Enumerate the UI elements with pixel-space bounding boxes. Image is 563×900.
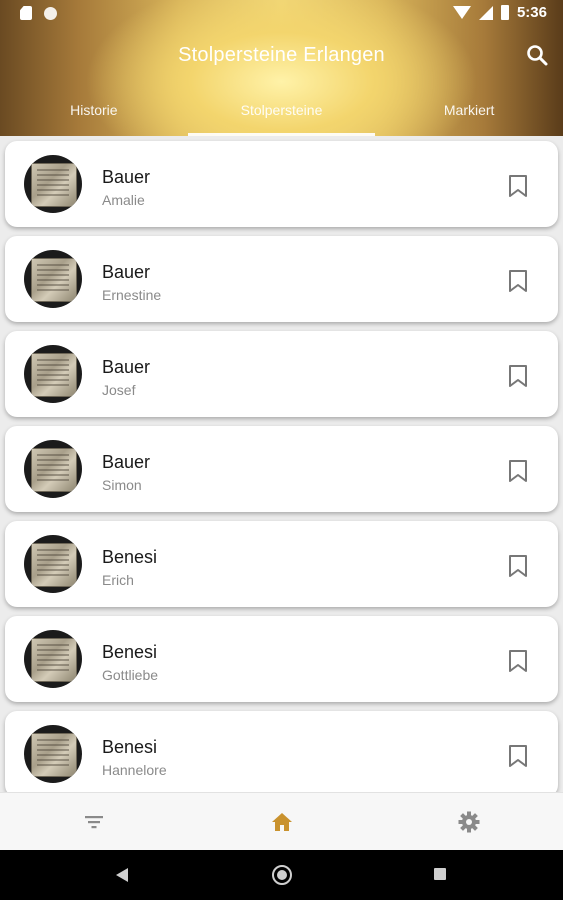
tab-historie[interactable]: Historie bbox=[0, 96, 188, 136]
firstname-label: Hannelore bbox=[102, 762, 167, 778]
back-icon[interactable] bbox=[116, 868, 128, 882]
home-icon bbox=[272, 813, 292, 831]
filter-button[interactable] bbox=[82, 810, 106, 834]
firstname-label: Simon bbox=[102, 477, 142, 493]
stone-photo-avatar bbox=[24, 725, 82, 783]
filter-icon bbox=[85, 816, 103, 829]
list-item[interactable]: Bauer Ernestine bbox=[5, 236, 558, 322]
firstname-label: Amalie bbox=[102, 192, 145, 208]
status-bar: 5:36 bbox=[0, 0, 563, 26]
home-button[interactable] bbox=[270, 810, 294, 834]
bookmark-icon[interactable] bbox=[508, 459, 528, 483]
surname-label: Bauer bbox=[102, 167, 151, 187]
bookmark-icon[interactable] bbox=[508, 174, 528, 198]
home-circle-icon[interactable] bbox=[272, 865, 292, 885]
bookmark-icon[interactable] bbox=[508, 649, 528, 673]
surname-label: Bauer bbox=[102, 357, 151, 377]
system-navigation-bar bbox=[0, 850, 563, 900]
surname-label: Bauer bbox=[102, 262, 151, 282]
list-item[interactable]: Bauer Simon bbox=[5, 426, 558, 512]
surname-label: Benesi bbox=[102, 547, 158, 567]
surname-label: Benesi bbox=[102, 642, 158, 662]
search-button[interactable] bbox=[525, 43, 549, 67]
tab-bar: Historie Stolpersteine Markiert bbox=[0, 96, 563, 136]
recent-apps-icon[interactable] bbox=[434, 868, 446, 880]
battery-icon bbox=[500, 5, 509, 20]
list-item[interactable]: Bauer Amalie bbox=[5, 141, 558, 227]
list-item[interactable]: Benesi Erich bbox=[5, 521, 558, 607]
settings-button[interactable] bbox=[457, 810, 481, 834]
tab-stolpersteine[interactable]: Stolpersteine bbox=[187, 96, 376, 136]
firstname-label: Gottliebe bbox=[102, 667, 159, 683]
gear-icon bbox=[458, 811, 480, 833]
stone-photo-avatar bbox=[24, 250, 82, 308]
sd-card-icon bbox=[20, 6, 32, 20]
bookmark-icon[interactable] bbox=[508, 364, 528, 388]
bottom-navigation bbox=[0, 792, 563, 850]
notification-icon bbox=[44, 6, 57, 20]
stone-photo-avatar bbox=[24, 345, 82, 403]
app-header: 5:36 Stolpersteine Erlangen Historie Sto… bbox=[0, 0, 563, 136]
firstname-label: Ernestine bbox=[102, 287, 162, 303]
stone-photo-avatar bbox=[24, 440, 82, 498]
bookmark-icon[interactable] bbox=[508, 744, 528, 768]
search-icon bbox=[527, 45, 548, 66]
signal-icon bbox=[478, 5, 493, 20]
wifi-icon bbox=[452, 6, 471, 19]
stone-photo-avatar bbox=[24, 630, 82, 688]
surname-label: Bauer bbox=[102, 452, 151, 472]
tab-markiert[interactable]: Markiert bbox=[375, 96, 563, 136]
bookmark-icon[interactable] bbox=[508, 269, 528, 293]
surname-label: Benesi bbox=[102, 737, 158, 757]
firstname-label: Josef bbox=[102, 382, 136, 398]
list-item[interactable]: Benesi Hannelore bbox=[5, 711, 558, 792]
app-title: Stolpersteine Erlangen bbox=[178, 44, 385, 66]
stone-photo-avatar bbox=[24, 155, 82, 213]
stolpersteine-list[interactable]: Bauer Amalie Bauer Ernestine Bauer Josef… bbox=[0, 136, 563, 792]
list-item[interactable]: Bauer Josef bbox=[5, 331, 558, 417]
status-time: 5:36 bbox=[516, 4, 547, 21]
list-item[interactable]: Benesi Gottliebe bbox=[5, 616, 558, 702]
bookmark-icon[interactable] bbox=[508, 554, 528, 578]
firstname-label: Erich bbox=[102, 572, 134, 588]
stone-photo-avatar bbox=[24, 535, 82, 593]
